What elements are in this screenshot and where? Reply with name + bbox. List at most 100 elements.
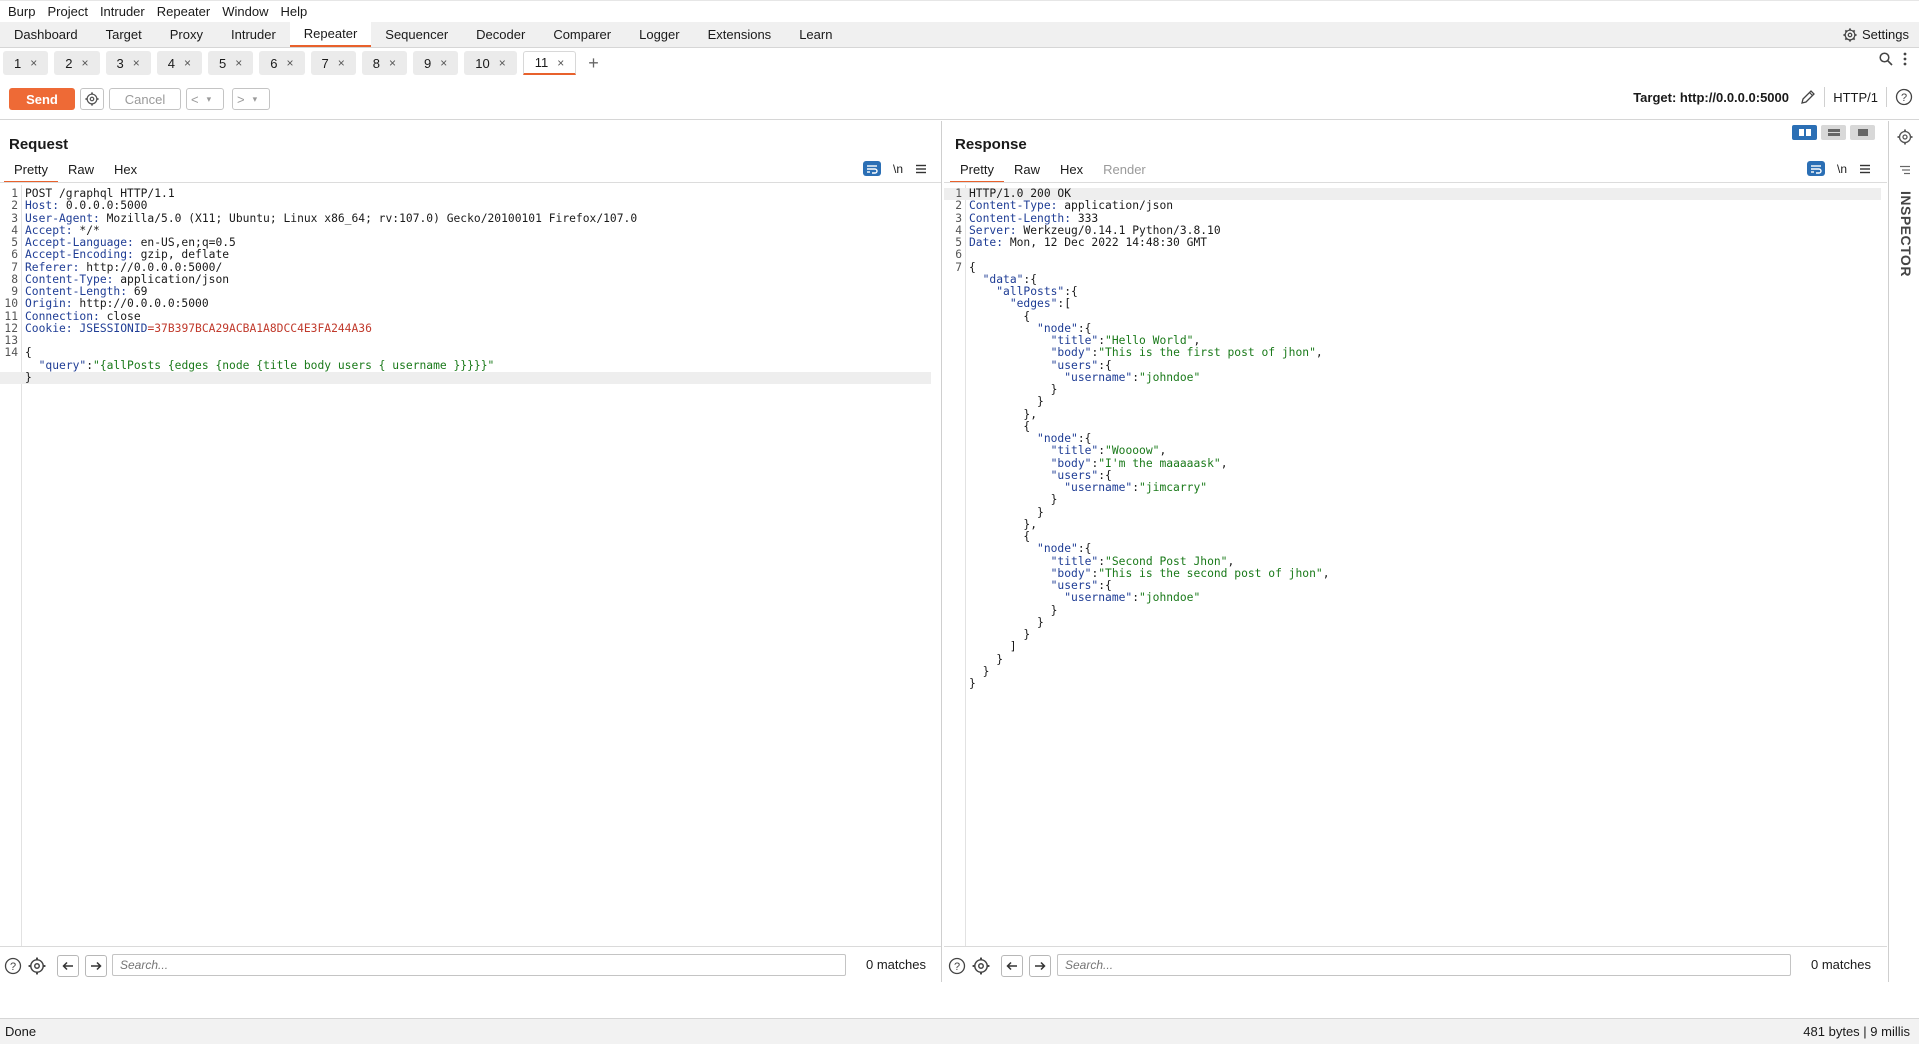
close-icon[interactable]: × (235, 56, 242, 70)
tab-extensions[interactable]: Extensions (694, 22, 786, 47)
header-value: 69 (127, 285, 148, 298)
wrap-lines-icon[interactable] (1806, 161, 1825, 176)
hamburger-menu-icon[interactable] (915, 164, 927, 174)
repeater-tab-2[interactable]: 2 × (54, 51, 100, 75)
menu-burp[interactable]: Burp (2, 2, 41, 22)
close-icon[interactable]: × (133, 56, 140, 70)
send-button[interactable]: Send (9, 88, 75, 110)
close-icon[interactable]: × (338, 56, 345, 70)
response-tab-raw[interactable]: Raw (1004, 159, 1050, 183)
menu-repeater[interactable]: Repeater (151, 2, 216, 22)
repeater-tab-11[interactable]: 11 × (522, 51, 577, 75)
previous-match-button[interactable] (1001, 955, 1023, 977)
menu-project[interactable]: Project (41, 2, 93, 22)
response-tab-render[interactable]: Render (1093, 159, 1156, 183)
tab-dashboard[interactable]: Dashboard (0, 22, 92, 47)
repeater-tab-3[interactable]: 3 × (105, 51, 151, 75)
help-icon[interactable]: ? (1895, 88, 1913, 106)
request-search-input[interactable] (112, 954, 846, 976)
settings-gear-icon[interactable] (1897, 129, 1913, 145)
close-icon[interactable]: × (30, 56, 37, 70)
close-icon[interactable]: × (499, 56, 506, 70)
close-icon[interactable]: × (440, 56, 447, 70)
json-key: "users" (1050, 579, 1099, 592)
layout-stacked-icon[interactable] (1821, 125, 1846, 140)
menu-help[interactable]: Help (274, 2, 313, 22)
menu-intruder[interactable]: Intruder (94, 2, 151, 22)
header-name: Date: (969, 236, 1004, 249)
history-back-button[interactable]: < ▾ (186, 88, 224, 110)
send-options-button[interactable] (80, 88, 104, 110)
kebab-menu-icon[interactable] (1903, 52, 1907, 66)
tab-decoder[interactable]: Decoder (462, 22, 539, 47)
http-version-toggle[interactable]: HTTP/1 (1833, 90, 1878, 105)
request-tab-raw[interactable]: Raw (58, 159, 104, 183)
svg-text:?: ? (954, 961, 960, 973)
status-text: Done (5, 1024, 37, 1039)
settings-gear-icon[interactable] (28, 957, 46, 975)
history-forward-button[interactable]: > ▾ (232, 88, 270, 110)
tab-intruder[interactable]: Intruder (217, 22, 290, 47)
close-icon[interactable]: × (81, 56, 88, 70)
layout-split-icon[interactable] (1792, 125, 1817, 140)
newline-toggle[interactable]: \n (1837, 162, 1847, 176)
newline-toggle[interactable]: \n (893, 162, 903, 176)
json-punct: , (1315, 346, 1323, 360)
layout-single-icon[interactable] (1850, 125, 1875, 140)
close-icon[interactable]: × (557, 56, 564, 70)
repeater-tab-4[interactable]: 4 × (156, 51, 202, 75)
repeater-tab-6[interactable]: 6 × (259, 51, 305, 75)
json-string: "jimcarry" (1139, 481, 1208, 494)
menu-window[interactable]: Window (216, 2, 274, 22)
repeater-tab-1[interactable]: 1 × (3, 51, 49, 75)
hamburger-menu-icon[interactable] (1899, 165, 1911, 175)
hamburger-menu-icon[interactable] (1859, 164, 1871, 174)
help-icon[interactable]: ? (948, 957, 966, 975)
edit-pencil-icon[interactable] (1800, 89, 1816, 105)
json-punct: , (1227, 554, 1235, 568)
response-tab-hex[interactable]: Hex (1050, 159, 1093, 183)
settings-button[interactable]: Settings (1843, 22, 1909, 47)
tab-sequencer[interactable]: Sequencer (371, 22, 462, 47)
tab-comparer[interactable]: Comparer (539, 22, 625, 47)
wrap-lines-icon[interactable] (862, 161, 881, 176)
repeater-tab-7[interactable]: 7 × (310, 51, 356, 75)
tab-target[interactable]: Target (92, 22, 156, 47)
response-tab-pretty[interactable]: Pretty (950, 159, 1004, 183)
header-value: } (969, 652, 1004, 666)
json-punct: :{ (1064, 285, 1078, 298)
tab-tools (1879, 52, 1907, 66)
previous-match-button[interactable] (57, 955, 79, 977)
line-number: 3 (955, 211, 962, 225)
repeater-tab-5[interactable]: 5 × (208, 51, 254, 75)
request-editor[interactable]: 1 POST /graphql HTTP/1.1 2 Host: 0.0.0.0:50… (0, 185, 931, 946)
tab-proxy[interactable]: Proxy (156, 22, 217, 47)
repeater-tab-8[interactable]: 8 × (361, 51, 407, 75)
line-number: 7 (955, 260, 962, 274)
cancel-button[interactable]: Cancel (109, 88, 181, 110)
request-tab-pretty[interactable]: Pretty (4, 159, 58, 183)
response-search-input[interactable] (1057, 954, 1791, 976)
response-editor[interactable]: 1 HTTP/1.0 200 OK 2 Content-Type: applicati… (944, 185, 1881, 946)
settings-gear-icon[interactable] (972, 957, 990, 975)
chevron-left-icon: < (191, 91, 199, 107)
close-icon[interactable]: × (389, 56, 396, 70)
help-icon[interactable]: ? (4, 957, 22, 975)
close-icon[interactable]: × (286, 56, 293, 70)
tab-repeater[interactable]: Repeater (289, 22, 372, 47)
tab-logger[interactable]: Logger (625, 22, 693, 47)
json-string: "Woooow" (1105, 444, 1160, 458)
close-icon[interactable]: × (184, 56, 191, 70)
code-line: } (944, 677, 1881, 690)
repeater-tab-10[interactable]: 10 × (464, 51, 517, 75)
search-icon[interactable] (1879, 52, 1893, 66)
inspector-tab[interactable]: INSPECTOR (1898, 191, 1914, 277)
next-match-button[interactable] (85, 955, 107, 977)
plus-icon[interactable]: + (588, 53, 599, 73)
next-match-button[interactable] (1029, 955, 1051, 977)
tab-learn[interactable]: Learn (785, 22, 846, 47)
repeater-tab-9[interactable]: 9 × (413, 51, 459, 75)
request-tab-hex[interactable]: Hex (104, 159, 147, 183)
header-value: application/json (113, 272, 230, 286)
